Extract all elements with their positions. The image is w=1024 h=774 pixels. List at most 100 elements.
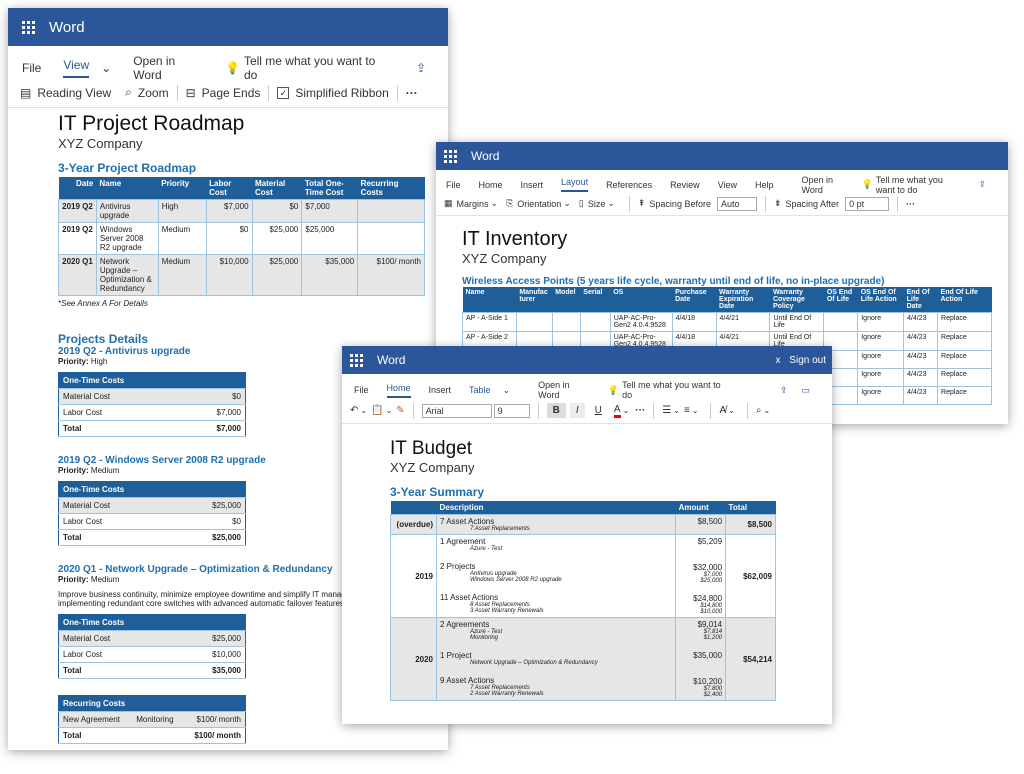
- share-icon[interactable]: ⇪: [780, 385, 788, 396]
- chevron-down-icon[interactable]: ⌄: [491, 198, 499, 209]
- cell: $10,000: [205, 254, 253, 296]
- menu-file[interactable]: File: [22, 61, 41, 75]
- font-color-button[interactable]: A: [613, 404, 621, 418]
- menu-insert[interactable]: Insert: [521, 180, 544, 190]
- priority-value: Medium: [90, 466, 120, 475]
- menu-open-in-word[interactable]: Open in Word: [538, 380, 590, 400]
- table-row: (overdue) 7 Asset Actions 7 Asset Replace…: [390, 514, 776, 535]
- priority-value: High: [90, 357, 108, 366]
- zoom-button[interactable]: Zoom: [138, 86, 169, 100]
- app-launcher-icon[interactable]: [444, 149, 457, 163]
- spacing-before-input[interactable]: Auto: [716, 196, 757, 211]
- cell: 2019: [390, 534, 437, 618]
- chevron-down-icon[interactable]: ⌄: [607, 198, 615, 209]
- close-icon[interactable]: x: [776, 355, 781, 366]
- cell: 7 Asset Actions 7 Asset Replacements: [435, 514, 677, 535]
- chevron-down-icon[interactable]: ⌄: [763, 406, 770, 415]
- italic-button[interactable]: I: [569, 403, 585, 418]
- simplified-ribbon-toggle[interactable]: Simplified Ribbon: [295, 86, 388, 100]
- chevron-down-icon[interactable]: ⌄: [101, 61, 111, 75]
- app-launcher-icon[interactable]: [350, 353, 363, 367]
- desc: 1 Agreement: [439, 537, 486, 546]
- cost-table: One-Time Costs Material Cost $25,000 Labo…: [58, 614, 246, 679]
- chevron-down-icon[interactable]: ⌄: [386, 406, 393, 415]
- comment-icon[interactable]: ▭: [801, 385, 810, 396]
- cell: $100/ month: [183, 727, 246, 744]
- chevron-down-icon[interactable]: ⌄: [503, 385, 511, 396]
- app-launcher-icon[interactable]: [22, 20, 35, 34]
- cell: Total: [58, 420, 176, 437]
- styles-icon[interactable]: A̸: [719, 405, 726, 416]
- spacing-after-input[interactable]: 0 pt: [845, 196, 890, 211]
- project-description: Improve business continuity, minimize em…: [58, 590, 342, 599]
- margins-button[interactable]: Margins: [457, 199, 489, 209]
- sign-out-link[interactable]: Sign out: [789, 355, 826, 366]
- format-painter-icon[interactable]: ✎: [396, 405, 404, 416]
- col-header: Priority: [158, 177, 207, 200]
- more-options-button[interactable]: ···: [906, 199, 915, 209]
- menu-insert[interactable]: Insert: [429, 385, 452, 395]
- chevron-down-icon[interactable]: ⌄: [692, 406, 699, 415]
- menu-bar: File Home Insert Table ⌄ Open in Word 💡 …: [342, 374, 832, 400]
- tell-me-search[interactable]: Tell me what you want to do: [876, 175, 961, 195]
- document-page: IT Budget XYZ Company 3-Year Summary Des…: [390, 438, 790, 701]
- col-header: OS End Of Life: [823, 287, 858, 313]
- cell: $100/ month: [183, 711, 246, 728]
- font-size-select[interactable]: 9: [493, 403, 530, 418]
- bold-button[interactable]: B: [546, 403, 566, 418]
- menu-table[interactable]: Table: [469, 385, 491, 395]
- chevron-down-icon[interactable]: ⌄: [728, 406, 735, 415]
- share-icon[interactable]: ⇪: [978, 179, 986, 190]
- size-button[interactable]: Size: [588, 199, 606, 209]
- doc-company: XYZ Company: [390, 460, 475, 475]
- chevron-down-icon[interactable]: ⌄: [360, 406, 367, 415]
- title-bar: Word: [436, 142, 1008, 170]
- menu-help[interactable]: Help: [755, 180, 774, 190]
- cell: $0: [175, 388, 246, 405]
- cell: $25,000: [251, 254, 303, 296]
- menu-layout[interactable]: Layout: [561, 177, 589, 192]
- menu-file[interactable]: File: [446, 180, 461, 190]
- cell: $7,000: [205, 199, 253, 223]
- more-options-button[interactable]: ···: [406, 86, 418, 100]
- more-options-button[interactable]: ···: [635, 405, 645, 416]
- menu-view[interactable]: View: [718, 180, 737, 190]
- cell: $25,000: [170, 497, 246, 514]
- cell: Labor Cost: [58, 646, 171, 663]
- checkbox-icon[interactable]: ✓: [277, 86, 290, 99]
- menu-home[interactable]: Home: [479, 180, 503, 190]
- chevron-down-icon[interactable]: ⌄: [673, 406, 680, 415]
- orientation-button[interactable]: Orientation: [517, 199, 561, 209]
- page-ends-button[interactable]: Page Ends: [202, 86, 261, 100]
- cell: $35,000: [301, 254, 359, 296]
- undo-icon[interactable]: ↶: [350, 405, 358, 416]
- desc-sub: 2 Asset Warranty Renewals: [469, 691, 544, 697]
- align-icon[interactable]: ≡: [684, 405, 690, 416]
- share-icon[interactable]: ⇪: [416, 61, 426, 75]
- cell: 4/4/23: [903, 312, 939, 332]
- col-header: Description: [436, 501, 676, 515]
- clipboard-icon[interactable]: 📋: [371, 405, 383, 416]
- menu-references[interactable]: References: [606, 180, 652, 190]
- search-icon[interactable]: ⌕: [756, 405, 762, 416]
- chevron-down-icon[interactable]: ⌄: [563, 198, 571, 209]
- menu-home[interactable]: Home: [386, 383, 411, 398]
- bullets-icon[interactable]: ☰: [662, 405, 671, 416]
- menu-review[interactable]: Review: [670, 180, 700, 190]
- menu-view[interactable]: View: [63, 58, 90, 78]
- tell-me-search[interactable]: Tell me what you want to do: [622, 380, 726, 400]
- tell-me-search[interactable]: Tell me what you want to do: [244, 54, 384, 82]
- desc: 7 Asset Actions: [439, 517, 495, 526]
- menu-open-in-word[interactable]: Open in Word: [133, 54, 203, 82]
- reading-view-button[interactable]: Reading View: [37, 86, 111, 100]
- col-header: Serial: [580, 287, 611, 313]
- menu-bar: File Home Insert Layout References Revie…: [436, 170, 1008, 195]
- font-name-select[interactable]: Arial: [421, 403, 492, 418]
- underline-button[interactable]: U: [595, 405, 602, 416]
- cell: Labor Cost: [58, 404, 176, 421]
- menu-file[interactable]: File: [354, 385, 369, 395]
- menu-open-in-word[interactable]: Open in Word: [802, 175, 844, 195]
- chevron-down-icon[interactable]: ⌄: [623, 406, 630, 415]
- cell: 4/4/23: [903, 331, 939, 351]
- cost-table-header: One-Time Costs: [58, 481, 246, 498]
